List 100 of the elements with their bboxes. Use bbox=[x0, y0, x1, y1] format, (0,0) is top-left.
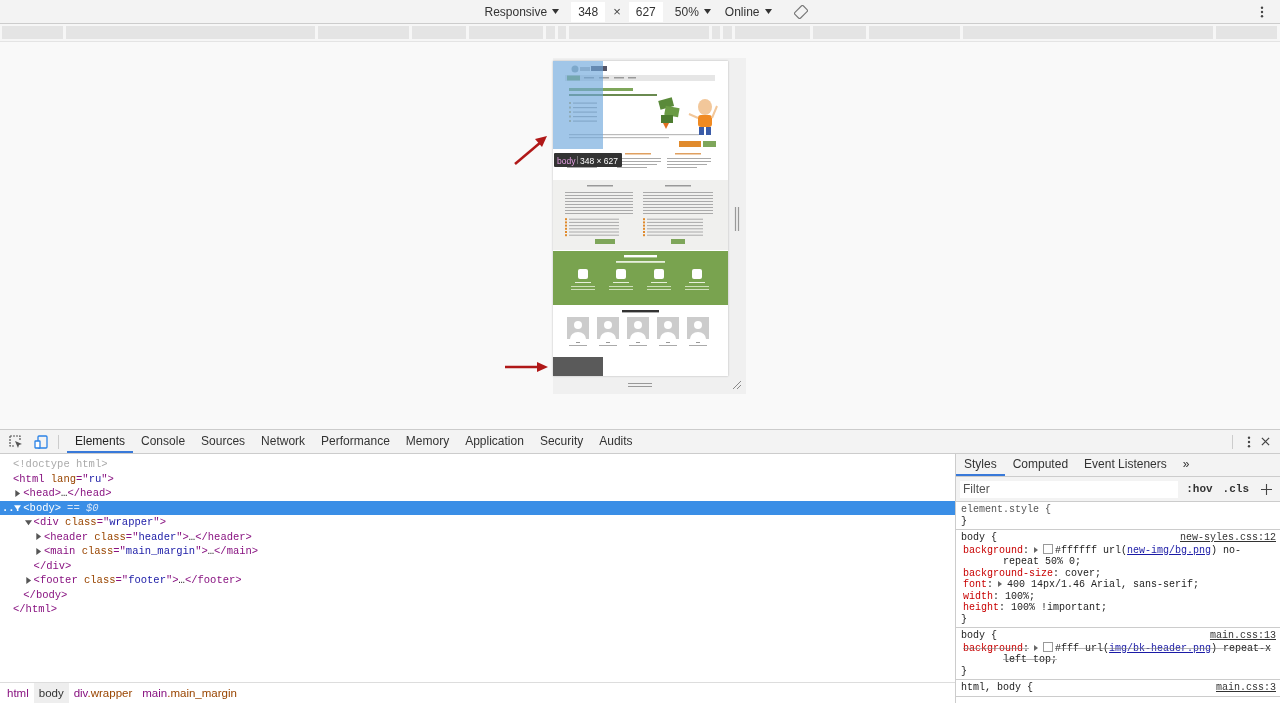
payout-caption-drawing bbox=[688, 342, 707, 346]
caret-icon bbox=[764, 9, 772, 14]
avatar-icon bbox=[626, 317, 649, 339]
color-swatch[interactable] bbox=[1043, 641, 1054, 652]
feature-icon bbox=[646, 269, 671, 290]
panel-tab[interactable]: Memory bbox=[397, 430, 458, 453]
css-declaration: height: 100% !important; bbox=[962, 602, 1109, 614]
dom-node[interactable]: <html lang="ru"> bbox=[0, 471, 955, 486]
rotate-icon[interactable] bbox=[793, 4, 808, 19]
payout-caption-drawing bbox=[598, 342, 617, 346]
feature-icon bbox=[608, 269, 633, 290]
dom-node[interactable]: <main class="main_margin">…</main> bbox=[0, 544, 955, 559]
avatar-icon bbox=[566, 317, 589, 339]
footer-block bbox=[552, 357, 603, 376]
caret-icon bbox=[703, 9, 711, 14]
add-rule-icon[interactable] bbox=[1261, 483, 1272, 495]
css-selector: body { bbox=[961, 630, 997, 642]
page-button[interactable] bbox=[678, 141, 701, 147]
device-dropdown[interactable]: Responsive bbox=[480, 4, 564, 19]
panel-tab[interactable]: Application bbox=[457, 430, 532, 453]
payout-caption-drawing bbox=[628, 342, 647, 346]
expand-arrow-icon[interactable] bbox=[24, 518, 32, 526]
zoom-dropdown[interactable]: 50% bbox=[670, 4, 715, 19]
panel-tab[interactable]: Performance bbox=[313, 430, 398, 453]
headline-bar bbox=[568, 88, 633, 91]
hover-state-button[interactable]: :hov bbox=[1184, 483, 1215, 495]
feature-column-drawing bbox=[666, 153, 711, 168]
more-tabs-button[interactable]: » bbox=[1174, 454, 1198, 476]
resize-corner-icon[interactable] bbox=[731, 380, 742, 390]
dom-node[interactable]: <head>…</head> bbox=[0, 486, 955, 501]
sidebar-tab[interactable]: Event Listeners bbox=[1076, 454, 1175, 476]
dom-node[interactable]: <footer class="footer">…</footer> bbox=[0, 573, 955, 588]
device-toolbar-icon[interactable] bbox=[34, 434, 48, 449]
css-selector: html, body { bbox=[961, 682, 1033, 694]
resize-handle-icon[interactable] bbox=[628, 382, 652, 388]
css-declaration: font: 400 14px/1.46 Arial, sans-serif; bbox=[962, 579, 1201, 591]
panel-tab[interactable]: Sources bbox=[193, 430, 254, 453]
expand-arrow-icon[interactable] bbox=[34, 533, 42, 541]
css-declaration: background: #ffffff url(new-img/bg.png) no-repeat 50% 0; bbox=[962, 543, 1243, 568]
source-link[interactable]: new-syles.css:12 bbox=[1180, 532, 1276, 544]
avatar-icon bbox=[596, 317, 619, 339]
class-toggle-button[interactable]: .cls bbox=[1220, 483, 1251, 495]
dom-node[interactable]: </html> bbox=[0, 602, 955, 617]
expand-arrow-icon[interactable] bbox=[1033, 644, 1040, 651]
dom-node[interactable]: <header class="header">…</header> bbox=[0, 529, 955, 544]
css-declaration: width: 100%; bbox=[962, 590, 1037, 602]
close-icon[interactable] bbox=[1261, 437, 1270, 446]
source-link[interactable]: main.css:13 bbox=[1210, 630, 1276, 642]
panel-tab[interactable]: Elements bbox=[67, 430, 134, 453]
css-selector: body { bbox=[961, 532, 997, 544]
css-declaration: background: #fff url(img/bk-header.png) repeat-x left top; bbox=[962, 641, 1273, 666]
dimension-separator: × bbox=[613, 4, 621, 19]
bullet-list-drawing bbox=[568, 102, 597, 122]
panel-tab[interactable]: Network bbox=[253, 430, 314, 453]
breadcrumb[interactable]: div.wrapper bbox=[68, 683, 138, 703]
feature-column-drawing bbox=[616, 153, 661, 168]
pointer-arrow bbox=[502, 361, 549, 373]
network-dropdown[interactable]: Online bbox=[720, 4, 776, 19]
expand-arrow-icon[interactable] bbox=[34, 547, 42, 555]
closing-brace: } bbox=[961, 665, 968, 677]
breadcrumb[interactable]: body bbox=[33, 683, 69, 703]
inspect-tooltip: body 348 × 627 bbox=[553, 153, 622, 167]
dom-node[interactable]: </body> bbox=[0, 587, 955, 602]
dom-node[interactable]: <div class="wrapper"> bbox=[0, 515, 955, 530]
feature-icon bbox=[684, 269, 709, 290]
expand-arrow-icon[interactable] bbox=[1033, 546, 1040, 553]
more-options-icon[interactable] bbox=[1247, 435, 1251, 448]
dom-node[interactable]: </div> bbox=[0, 558, 955, 573]
breadcrumb[interactable]: html bbox=[2, 683, 34, 703]
width-field[interactable]: 348 bbox=[571, 1, 606, 22]
expand-arrow-icon[interactable] bbox=[14, 489, 22, 497]
panel-tab[interactable]: Console bbox=[133, 430, 194, 453]
color-swatch[interactable] bbox=[1043, 543, 1054, 554]
source-link[interactable]: main.css:3 bbox=[1216, 682, 1276, 694]
payout-caption-drawing bbox=[658, 342, 677, 346]
avatar-icon bbox=[656, 317, 679, 339]
caret-icon bbox=[552, 9, 560, 14]
expand-arrow-icon[interactable] bbox=[24, 576, 32, 584]
avatar-icon bbox=[686, 317, 709, 339]
expand-arrow-icon[interactable] bbox=[997, 581, 1004, 587]
inspect-element-icon[interactable] bbox=[9, 434, 23, 449]
height-field[interactable]: 627 bbox=[628, 1, 663, 22]
payouts-title-bar bbox=[621, 310, 659, 313]
sidebar-tab[interactable]: Computed bbox=[1004, 454, 1077, 476]
filter-field[interactable]: Filter bbox=[960, 480, 1179, 498]
breadcrumb[interactable]: main.main_margin bbox=[137, 683, 242, 703]
feature-icon bbox=[570, 269, 595, 290]
resize-handle-icon[interactable] bbox=[733, 206, 740, 231]
expand-arrow-icon[interactable] bbox=[14, 504, 22, 512]
css-declaration: background-size: cover; bbox=[962, 567, 1103, 579]
closing-brace: } bbox=[961, 515, 968, 527]
section-title-bar bbox=[623, 255, 657, 258]
css-selector: element.style { bbox=[961, 504, 1051, 516]
page-button[interactable] bbox=[702, 141, 716, 147]
more-options-icon[interactable] bbox=[1260, 5, 1264, 18]
payout-caption-drawing bbox=[568, 342, 587, 346]
panel-tab[interactable]: Audits bbox=[591, 430, 641, 453]
cartoon-illustration-drawing bbox=[657, 97, 718, 135]
logo-icon bbox=[571, 65, 607, 73]
panel-tab[interactable]: Security bbox=[531, 430, 592, 453]
